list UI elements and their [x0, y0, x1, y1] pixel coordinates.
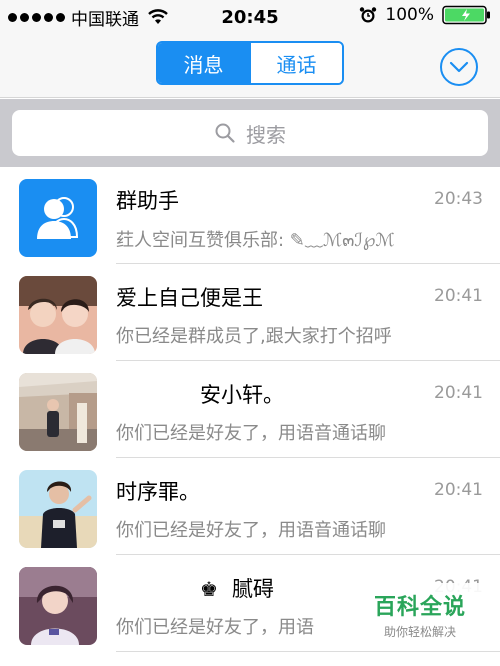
conversation-title: 腻碍	[231, 577, 274, 601]
watermark-subtitle: 助你轻松解决	[383, 625, 456, 639]
chevron-down-icon	[449, 61, 469, 73]
conversation-time: 20:41	[434, 480, 483, 500]
conversation-preview: 你们已经是好友了，用语	[116, 617, 314, 638]
conversation-time: 20:41	[434, 286, 483, 306]
group-helper-icon	[19, 179, 97, 257]
conversation-preview: 你们已经是好友了，用语音通话聊	[116, 423, 386, 444]
conversation-row[interactable]: 时序罪。 20:41 你们已经是好友了，用语音通话聊	[0, 458, 500, 555]
conversation-title: 时序罪。	[116, 480, 200, 504]
tab-messages[interactable]: 消息	[158, 43, 249, 83]
wifi-icon	[148, 9, 168, 24]
watermark-logo: 百科全说 助你轻松解决	[355, 583, 485, 643]
tab-calls[interactable]: 通话	[249, 43, 342, 83]
conversation-time: 20:41	[434, 383, 483, 403]
conversation-title: 安小轩。	[200, 383, 284, 407]
conversation-title: 群助手	[116, 189, 179, 213]
search-icon	[215, 123, 235, 143]
conversation-row[interactable]: 爱上自己便是王 20:41 你已经是群成员了,跟大家打个招呼	[0, 264, 500, 361]
conversation-row[interactable]: 群助手 20:43 荭人空间互赞俱乐部: ✎﹏ℳ๓ℐ℘ℳ	[0, 167, 500, 264]
conversation-preview: 你们已经是好友了，用语音通话聊	[116, 520, 386, 541]
search-input[interactable]: 搜索	[12, 110, 488, 156]
signal-strength-icon	[8, 12, 65, 22]
conversation-title: 爱上自己便是王	[116, 286, 263, 310]
search-bar: 搜索	[0, 99, 500, 167]
carrier-name: 中国联通	[71, 9, 139, 30]
segmented-control: 消息 通话	[156, 41, 344, 85]
chevron-down-button[interactable]	[440, 48, 478, 86]
avatar	[19, 276, 97, 354]
navigation-bar: 消息 通话	[0, 34, 500, 98]
battery-percentage: 100%	[385, 5, 434, 25]
conversation-time: 20:43	[434, 189, 483, 209]
conversation-list: 群助手 20:43 荭人空间互赞俱乐部: ✎﹏ℳ๓ℐ℘ℳ 爱上自己便是王 20:	[0, 167, 500, 652]
app-screen: 中国联通 20:45 100% 消息 通话 搜索 群助手 20:43 荭人空间互…	[0, 0, 500, 666]
conversation-preview: 荭人空间互赞俱乐部: ✎﹏ℳ๓ℐ℘ℳ	[116, 230, 395, 251]
avatar	[19, 373, 97, 451]
status-bar: 中国联通 20:45 100%	[0, 0, 500, 34]
conversation-row[interactable]: 安小轩。 20:41 你们已经是好友了，用语音通话聊	[0, 361, 500, 458]
battery-icon	[442, 5, 490, 25]
avatar	[19, 567, 97, 645]
avatar	[19, 470, 97, 548]
watermark-title: 百科全说	[373, 595, 466, 620]
crown-icon: ♚	[200, 577, 218, 601]
conversation-preview: 你已经是群成员了,跟大家打个招呼	[116, 326, 392, 347]
alarm-icon	[360, 7, 377, 23]
conversation-title-wrap: ♚ 腻碍	[200, 573, 274, 603]
search-placeholder: 搜索	[246, 122, 286, 147]
